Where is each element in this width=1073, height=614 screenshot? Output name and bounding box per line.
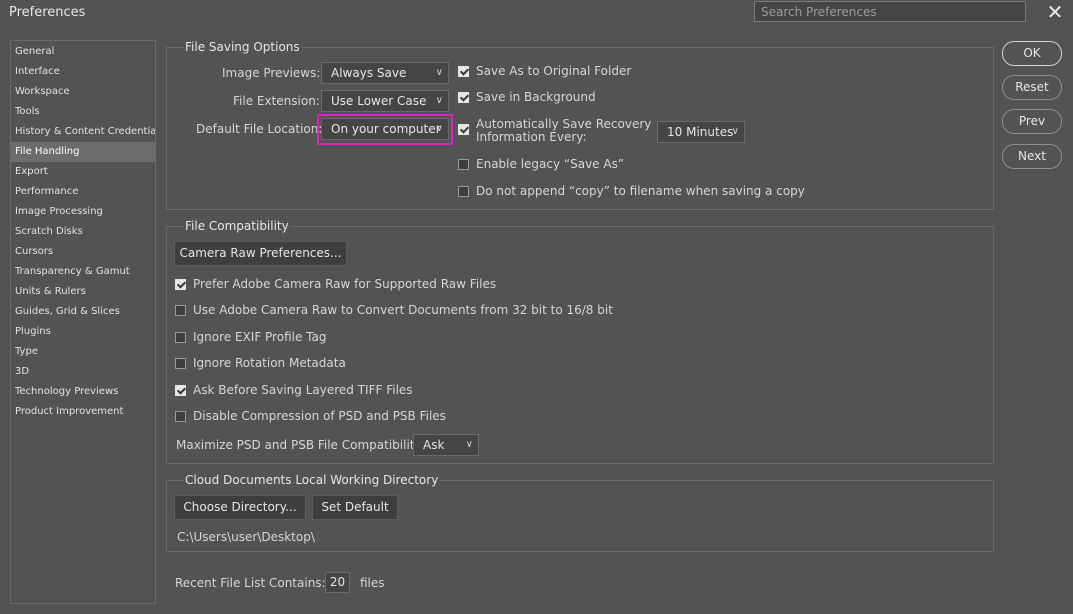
sidebar-item-technology-previews[interactable]: Technology Previews <box>11 382 155 402</box>
sidebar-item-3d[interactable]: 3D <box>11 362 155 382</box>
ignore-exif-checkbox[interactable] <box>175 332 186 343</box>
choose-directory-button[interactable]: Choose Directory... <box>174 495 306 520</box>
ask-tiff-checkbox[interactable] <box>175 385 186 396</box>
sidebar-item-product-improvement[interactable]: Product Improvement <box>11 402 155 422</box>
convert-32bit-label: Use Adobe Camera Raw to Convert Document… <box>193 303 613 317</box>
maximize-compat-label: Maximize PSD and PSB File Compatibility: <box>176 438 425 452</box>
sidebar-item-image-processing[interactable]: Image Processing <box>11 202 155 222</box>
sidebar-item-interface[interactable]: Interface <box>11 62 155 82</box>
sidebar-item-scratch-disks[interactable]: Scratch Disks <box>11 222 155 242</box>
ignore-rotation-checkbox[interactable] <box>175 358 186 369</box>
sidebar-item-workspace[interactable]: Workspace <box>11 82 155 102</box>
auto-save-checkbox[interactable] <box>458 124 469 135</box>
cloud-directory-path: C:\Users\user\Desktop\ <box>177 530 315 544</box>
no-copy-label: Do not append “copy” to filename when sa… <box>476 184 805 198</box>
disable-compression-checkbox[interactable] <box>175 411 186 422</box>
reset-button[interactable]: Reset <box>1002 75 1062 100</box>
sidebar-item-export[interactable]: Export <box>11 162 155 182</box>
camera-raw-button[interactable]: Camera Raw Preferences... <box>174 241 347 266</box>
auto-save-label-line2: Information Every: <box>476 130 587 144</box>
file-compat-title: File Compatibility <box>184 219 290 233</box>
legacy-save-as-label: Enable legacy “Save As” <box>476 157 625 171</box>
file-extension-dropdown[interactable]: Use Lower Case ∨ <box>321 90 449 112</box>
ignore-exif-label: Ignore EXIF Profile Tag <box>193 330 327 344</box>
auto-save-interval-value: 10 Minutes <box>667 125 734 139</box>
recent-files-suffix: files <box>360 576 385 590</box>
ask-tiff-label: Ask Before Saving Layered TIFF Files <box>193 383 413 397</box>
sidebar-item-performance[interactable]: Performance <box>11 182 155 202</box>
image-previews-value: Always Save <box>331 66 407 80</box>
prev-button[interactable]: Prev <box>1002 109 1062 134</box>
convert-32bit-checkbox[interactable] <box>175 305 186 316</box>
sidebar: General Interface Workspace Tools Histor… <box>10 40 156 604</box>
recent-files-label: Recent File List Contains: <box>175 576 326 590</box>
save-as-original-checkbox[interactable] <box>458 66 469 77</box>
sidebar-item-type[interactable]: Type <box>11 342 155 362</box>
auto-save-label-line1: Automatically Save Recovery <box>476 117 652 131</box>
save-background-checkbox[interactable] <box>458 92 469 103</box>
sidebar-item-cursors[interactable]: Cursors <box>11 242 155 262</box>
legacy-save-as-checkbox[interactable] <box>458 159 469 170</box>
sidebar-item-plugins[interactable]: Plugins <box>11 322 155 342</box>
image-previews-label: Image Previews: <box>222 66 321 80</box>
chevron-down-icon: ∨ <box>435 67 443 78</box>
maximize-compat-value: Ask <box>423 438 445 452</box>
no-copy-checkbox[interactable] <box>458 186 469 197</box>
chevron-down-icon: ∨ <box>435 95 443 106</box>
ok-button[interactable]: OK <box>1002 41 1062 66</box>
cloud-title: Cloud Documents Local Working Directory <box>184 473 440 487</box>
set-default-button[interactable]: Set Default <box>312 495 398 520</box>
sidebar-item-transparency[interactable]: Transparency & Gamut <box>11 262 155 282</box>
prefer-camera-raw-checkbox[interactable] <box>175 279 186 290</box>
close-icon[interactable]: ✕ <box>1044 2 1066 24</box>
file-saving-title: File Saving Options <box>184 40 301 54</box>
file-extension-value: Use Lower Case <box>331 94 427 108</box>
sidebar-item-file-handling[interactable]: File Handling <box>11 142 155 162</box>
sidebar-item-tools[interactable]: Tools <box>11 102 155 122</box>
maximize-compat-dropdown[interactable]: Ask ∨ <box>413 434 479 456</box>
disable-compression-label: Disable Compression of PSD and PSB Files <box>193 409 446 423</box>
default-location-dropdown[interactable]: On your computer ∨ <box>321 118 449 140</box>
chevron-down-icon: ∨ <box>435 123 443 134</box>
image-previews-dropdown[interactable]: Always Save ∨ <box>321 62 449 84</box>
chevron-down-icon: ∨ <box>731 126 739 137</box>
chevron-down-icon: ∨ <box>465 439 473 450</box>
recent-files-input[interactable]: 20 <box>325 572 350 593</box>
window-title: Preferences <box>9 5 86 20</box>
search-input[interactable] <box>754 1 1026 22</box>
save-as-original-label: Save As to Original Folder <box>476 64 632 78</box>
sidebar-item-guides[interactable]: Guides, Grid & Slices <box>11 302 155 322</box>
sidebar-item-history[interactable]: History & Content Credentials <box>11 122 155 142</box>
save-background-label: Save in Background <box>476 90 596 104</box>
default-location-value: On your computer <box>331 122 441 136</box>
sidebar-item-units[interactable]: Units & Rulers <box>11 282 155 302</box>
auto-save-interval-dropdown[interactable]: 10 Minutes ∨ <box>657 121 745 143</box>
ignore-rotation-label: Ignore Rotation Metadata <box>193 356 346 370</box>
next-button[interactable]: Next <box>1002 144 1062 169</box>
default-location-label: Default File Location: <box>196 122 323 136</box>
file-extension-label: File Extension: <box>233 94 320 108</box>
sidebar-item-general[interactable]: General <box>11 42 155 62</box>
prefer-camera-raw-label: Prefer Adobe Camera Raw for Supported Ra… <box>193 277 497 291</box>
